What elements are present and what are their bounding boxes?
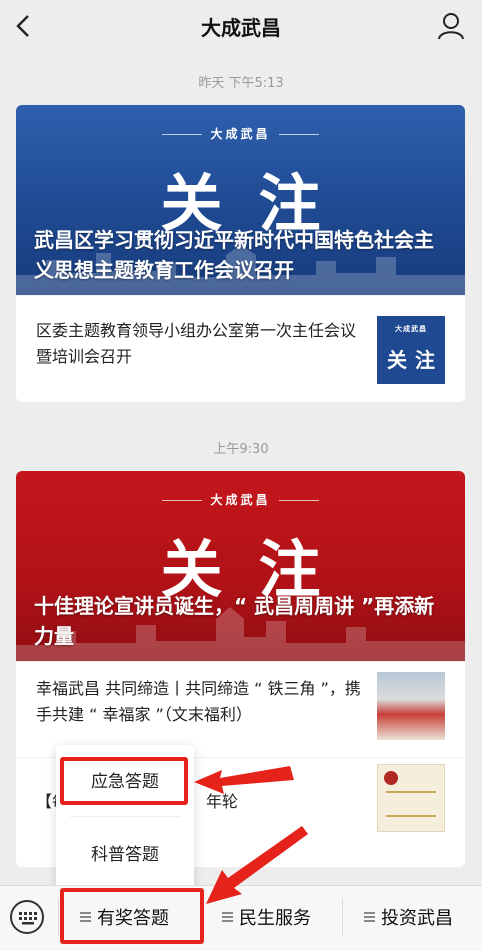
- arrow-annotation-icon: [194, 766, 294, 794]
- article-headline: 十佳理论宣讲员诞生，“ 武昌周周讲 ”再添新力量: [34, 594, 435, 648]
- list-item-thumbnail: 大成武昌 关注: [377, 316, 445, 384]
- menu-button-label: 投资武昌: [381, 908, 453, 929]
- list-item-title: 幸福武昌 共同缔造丨共同缔造 “ 铁三角 ”，携手共建 “ 幸福家 ”（文末福利…: [36, 679, 361, 724]
- arrow-annotation-icon: [206, 826, 308, 904]
- thumbnail-text: 关注: [387, 348, 443, 372]
- highlight-box: [60, 888, 204, 944]
- divider: [70, 816, 180, 817]
- list-item[interactable]: 幸福武昌 共同缔造丨共同缔造 “ 铁三角 ”，携手共建 “ 幸福家 ”（文末福利…: [16, 661, 465, 757]
- thumbnail-brand: 大成武昌: [395, 325, 427, 333]
- list-item-thumbnail: [377, 672, 445, 740]
- poster-decoration: [386, 791, 436, 817]
- article-card: 大成武昌 关注 武昌区学习贯彻习近平新时代中国特色社会主义思想主题教育工作会议召…: [16, 105, 465, 402]
- page-title: 大成武昌: [201, 16, 281, 40]
- menu-list-icon: [364, 910, 375, 924]
- timestamp: 上午9:30: [213, 442, 269, 457]
- submenu-item-science-quiz[interactable]: 科普答题: [56, 840, 194, 865]
- profile-button[interactable]: [436, 10, 466, 42]
- top-bar: 大成武昌: [0, 0, 482, 56]
- menu-button-invest-wuchang[interactable]: 投资武昌: [364, 904, 453, 932]
- keyboard-icon: [19, 912, 37, 925]
- highlight-box: [60, 757, 188, 805]
- menu-list-icon: [222, 910, 233, 924]
- seal-icon: [384, 771, 398, 785]
- article-cover[interactable]: 大成武昌 关注 十佳理论宣讲员诞生，“ 武昌周周讲 ”再添新力量: [16, 471, 465, 661]
- cover-brand: 大成武昌: [16, 491, 465, 508]
- menu-button-label: 民生服务: [239, 908, 311, 929]
- divider: [342, 898, 343, 936]
- list-item-thumbnail: [377, 764, 445, 832]
- article-headline: 武昌区学习贯彻习近平新时代中国特色社会主义思想主题教育工作会议召开: [34, 228, 434, 282]
- list-item[interactable]: 区委主题教育领导小组办公室第一次主任会议暨培训会召开 大成武昌 关注: [16, 295, 465, 401]
- keyboard-toggle-button[interactable]: [10, 900, 44, 934]
- person-icon: [438, 13, 464, 40]
- divider: [58, 898, 59, 936]
- timestamp: 昨天 下午5:13: [198, 76, 284, 91]
- list-item-title: 区委主题教育领导小组办公室第一次主任会议暨培训会召开: [36, 321, 357, 366]
- cover-brand: 大成武昌: [16, 125, 465, 142]
- article-cover[interactable]: 大成武昌 关注 武昌区学习贯彻习近平新时代中国特色社会主义思想主题教育工作会议召…: [16, 105, 465, 295]
